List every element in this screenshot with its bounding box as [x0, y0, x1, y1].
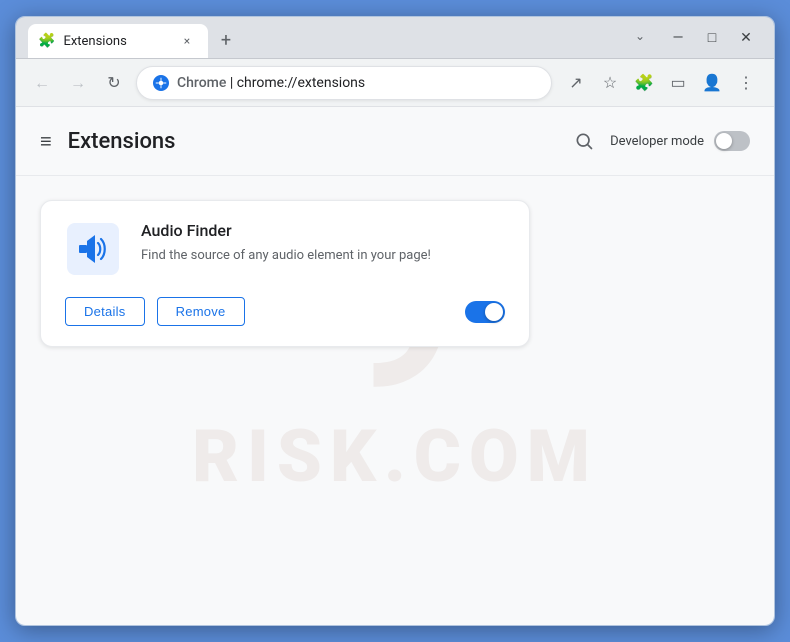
forward-button[interactable]: →	[64, 69, 92, 97]
profile-icon[interactable]: 👤	[696, 67, 728, 99]
browser-window: 🧩 Extensions × + ⌄ — □ ✕ ← → ↻	[15, 16, 775, 626]
bookmark-icon[interactable]: ☆	[594, 67, 626, 99]
hamburger-menu-icon[interactable]: ≡	[40, 129, 52, 154]
watermark-text: RISK.COM	[192, 414, 598, 499]
menu-icon[interactable]: ⋮	[730, 67, 762, 99]
extension-cards: Audio Finder Find the source of any audi…	[16, 176, 774, 371]
maximize-button[interactable]: □	[696, 24, 728, 52]
extensions-icon[interactable]: 🧩	[628, 67, 660, 99]
page-content: 9 RISK.COM ≡ Extensions Developer mode	[16, 107, 774, 625]
developer-mode-label: Developer mode	[610, 134, 704, 149]
extensions-header: ≡ Extensions Developer mode	[16, 107, 774, 176]
minimize-button[interactable]: —	[662, 24, 694, 52]
toolbar-icons: ↗ ☆ 🧩 ▭ 👤 ⋮	[560, 67, 762, 99]
tab-title: Extensions	[63, 34, 170, 49]
omnibox-favicon	[153, 75, 169, 91]
extension-name: Audio Finder	[141, 221, 505, 240]
search-button[interactable]	[566, 123, 602, 159]
extension-card-header: Audio Finder Find the source of any audi…	[65, 221, 505, 277]
tab-close-button[interactable]: ×	[178, 32, 196, 50]
address-bar: ← → ↻ Chrome | chrome://extensions ↗ ☆ 🧩…	[16, 59, 774, 107]
back-button[interactable]: ←	[28, 69, 56, 97]
tab-chevron-icon[interactable]: ⌄	[626, 22, 654, 50]
window-controls: — □ ✕	[662, 24, 762, 52]
omnibox-text: Chrome | chrome://extensions	[177, 75, 535, 91]
title-bar: 🧩 Extensions × + ⌄ — □ ✕	[16, 17, 774, 59]
share-icon[interactable]: ↗	[560, 67, 592, 99]
omnibox-separator: |	[230, 75, 237, 91]
extension-enabled-toggle[interactable]	[465, 301, 505, 323]
reload-button[interactable]: ↻	[100, 69, 128, 97]
extension-icon	[65, 221, 121, 277]
omnibox-url: chrome://extensions	[237, 75, 365, 91]
extension-description: Find the source of any audio element in …	[141, 246, 505, 266]
omnibox[interactable]: Chrome | chrome://extensions	[136, 66, 552, 100]
browser-tab[interactable]: 🧩 Extensions ×	[28, 24, 208, 58]
new-tab-button[interactable]: +	[212, 26, 240, 54]
extension-card: Audio Finder Find the source of any audi…	[40, 200, 530, 347]
details-button[interactable]: Details	[65, 297, 145, 326]
developer-mode-toggle[interactable]	[714, 131, 750, 151]
extension-card-footer: Details Remove	[65, 297, 505, 326]
tab-area: 🧩 Extensions × +	[28, 17, 618, 58]
remove-button[interactable]: Remove	[157, 297, 245, 326]
tab-favicon: 🧩	[38, 33, 55, 49]
omnibox-brand: Chrome	[177, 75, 226, 91]
page-title: Extensions	[68, 129, 566, 154]
sidebar-icon[interactable]: ▭	[662, 67, 694, 99]
close-button[interactable]: ✕	[730, 24, 762, 52]
extension-info: Audio Finder Find the source of any audi…	[141, 221, 505, 266]
